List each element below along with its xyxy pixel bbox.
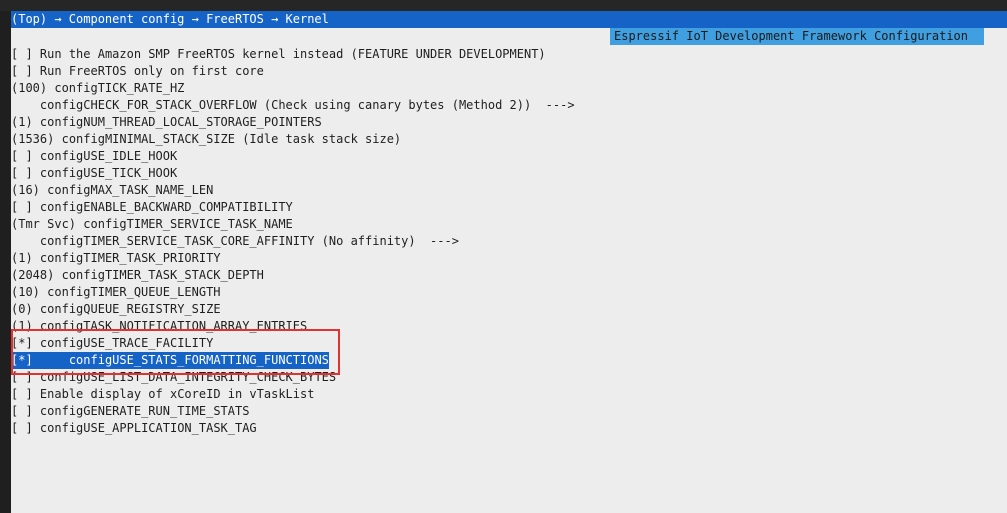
option-prefix: [*] (11, 336, 33, 350)
menuconfig-terminal: (Top) → Component config → FreeRTOS → Ke… (11, 11, 1007, 513)
menu-item-run-time-stats[interactable]: [ ] configGENERATE_RUN_TIME_STATS (11, 403, 1007, 420)
menu-item-stats-formatting-functions[interactable]: [*] configUSE_STATS_FORMATTING_FUNCTIONS (11, 352, 1007, 369)
option-prefix: [ ] (11, 387, 33, 401)
window-top-strip (0, 0, 1007, 11)
menu-item-tls-pointers[interactable]: (1) configNUM_THREAD_LOCAL_STORAGE_POINT… (11, 114, 1007, 131)
option-label: configQUEUE_REGISTRY_SIZE (39, 302, 221, 316)
option-label: configENABLE_BACKWARD_COMPATIBILITY (39, 200, 293, 214)
option-label: configTICK_RATE_HZ (54, 81, 185, 95)
option-prefix: [ ] (11, 370, 33, 384)
option-prefix: (1) (11, 115, 33, 129)
option-prefix: (1536) (11, 132, 55, 146)
option-label: configUSE_APPLICATION_TASK_TAG (39, 421, 257, 435)
option-label: Enable display of xCoreID in vTaskList (39, 387, 315, 401)
menu-item-timer-task-name[interactable]: (Tmr Svc) configTIMER_SERVICE_TASK_NAME (11, 216, 1007, 233)
option-prefix: (10) (11, 285, 40, 299)
option-label: Run the Amazon SMP FreeRTOS kernel inste… (39, 47, 546, 61)
window-left-gutter (0, 11, 11, 513)
option-label: configGENERATE_RUN_TIME_STATS (39, 404, 250, 418)
menu-item-timer-queue-length[interactable]: (10) configTIMER_QUEUE_LENGTH (11, 284, 1007, 301)
menu-item-xcoreid-vtasklist[interactable]: [ ] Enable display of xCoreID in vTaskLi… (11, 386, 1007, 403)
menu-item-stack-overflow-check[interactable]: configCHECK_FOR_STACK_OVERFLOW (Check us… (11, 97, 1007, 114)
breadcrumb: (Top) → Component config → FreeRTOS → Ke… (11, 11, 1007, 28)
menu-item-tick-rate[interactable]: (100) configTICK_RATE_HZ (11, 80, 1007, 97)
option-prefix: [ ] (11, 404, 33, 418)
selection-highlight: [*] configUSE_STATS_FORMATTING_FUNCTIONS (11, 352, 329, 369)
option-label: configTIMER_QUEUE_LENGTH (47, 285, 221, 299)
option-label: configMAX_TASK_NAME_LEN (47, 183, 214, 197)
option-label: configTIMER_TASK_PRIORITY (39, 251, 221, 265)
menu-item-backward-compat[interactable]: [ ] configENABLE_BACKWARD_COMPATIBILITY (11, 199, 1007, 216)
option-prefix: [ ] (11, 47, 33, 61)
option-prefix: [ ] (11, 421, 33, 435)
option-label: configTIMER_SERVICE_TASK_CORE_AFFINITY (… (39, 234, 459, 248)
option-prefix: (0) (11, 302, 33, 316)
option-label: configNUM_THREAD_LOCAL_STORAGE_POINTERS (39, 115, 322, 129)
option-label: configUSE_TICK_HOOK (39, 166, 178, 180)
option-prefix: [ ] (11, 200, 33, 214)
menu-item-trace-facility[interactable]: [*] configUSE_TRACE_FACILITY (11, 335, 1007, 352)
option-label: configTIMER_TASK_STACK_DEPTH (61, 268, 264, 282)
menu-item-timer-core-affinity[interactable]: configTIMER_SERVICE_TASK_CORE_AFFINITY (… (11, 233, 1007, 250)
option-label: configUSE_STATS_FORMATTING_FUNCTIONS (39, 353, 329, 367)
app-subtitle: Espressif IoT Development Framework Conf… (610, 28, 985, 45)
menu-item-minimal-stack-size[interactable]: (1536) configMINIMAL_STACK_SIZE (Idle ta… (11, 131, 1007, 148)
subtitle-bar: Espressif IoT Development Framework Conf… (11, 28, 1007, 45)
menu-item-queue-registry-size[interactable]: (0) configQUEUE_REGISTRY_SIZE (11, 301, 1007, 318)
option-label: configUSE_LIST_DATA_INTEGRITY_CHECK_BYTE… (39, 370, 337, 384)
menu-item-timer-stack-depth[interactable]: (2048) configTIMER_TASK_STACK_DEPTH (11, 267, 1007, 284)
option-prefix: [*] (11, 353, 33, 367)
option-prefix (11, 234, 33, 248)
option-prefix: (1) (11, 251, 33, 265)
option-prefix: [ ] (11, 64, 33, 78)
option-prefix: (16) (11, 183, 40, 197)
option-label: configCHECK_FOR_STACK_OVERFLOW (Check us… (39, 98, 575, 112)
menu-item-timer-priority[interactable]: (1) configTIMER_TASK_PRIORITY (11, 250, 1007, 267)
option-label: configUSE_IDLE_HOOK (39, 149, 178, 163)
menu-item-idle-hook[interactable]: [ ] configUSE_IDLE_HOOK (11, 148, 1007, 165)
option-label: configMINIMAL_STACK_SIZE (Idle task stac… (61, 132, 402, 146)
option-label: Run FreeRTOS only on first core (39, 64, 264, 78)
option-prefix: (100) (11, 81, 48, 95)
menu-item-first-core-only[interactable]: [ ] Run FreeRTOS only on first core (11, 63, 1007, 80)
option-label: configTASK_NOTIFICATION_ARRAY_ENTRIES (39, 319, 308, 333)
menu-item-notification-array-entries[interactable]: (1) configTASK_NOTIFICATION_ARRAY_ENTRIE… (11, 318, 1007, 335)
option-prefix: (1) (11, 319, 33, 333)
option-prefix (11, 98, 33, 112)
menu-item-max-task-name-len[interactable]: (16) configMAX_TASK_NAME_LEN (11, 182, 1007, 199)
menu-item-amazon-smp[interactable]: [ ] Run the Amazon SMP FreeRTOS kernel i… (11, 46, 1007, 63)
option-label: configTIMER_SERVICE_TASK_NAME (83, 217, 293, 231)
menu-item-application-task-tag[interactable]: [ ] configUSE_APPLICATION_TASK_TAG (11, 420, 1007, 437)
option-prefix: (Tmr Svc) (11, 217, 77, 231)
option-label: configUSE_TRACE_FACILITY (39, 336, 214, 350)
menu-item-list-integrity-check[interactable]: [ ] configUSE_LIST_DATA_INTEGRITY_CHECK_… (11, 369, 1007, 386)
menu-item-tick-hook[interactable]: [ ] configUSE_TICK_HOOK (11, 165, 1007, 182)
option-prefix: [ ] (11, 149, 33, 163)
config-menu: [ ] Run the Amazon SMP FreeRTOS kernel i… (11, 46, 1007, 437)
option-prefix: (2048) (11, 268, 55, 282)
option-prefix: [ ] (11, 166, 33, 180)
